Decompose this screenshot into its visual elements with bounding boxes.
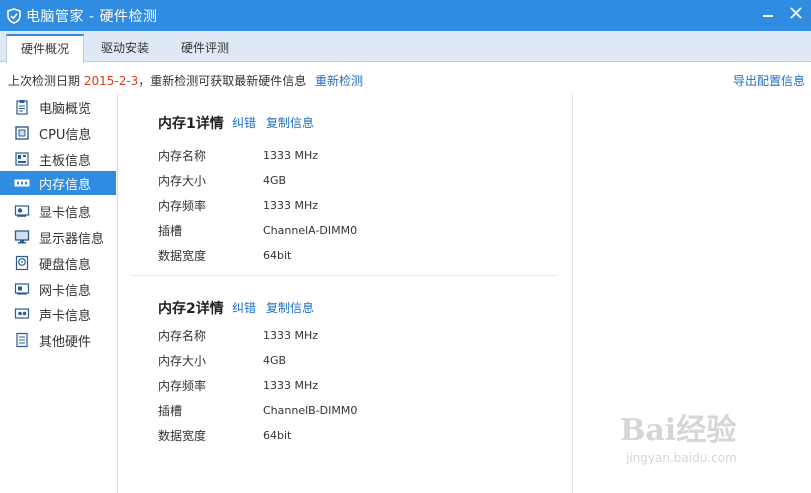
memory-icon	[14, 179, 30, 187]
memory1-size-value: 4GB	[263, 174, 287, 187]
sidebar-item-label: 主板信息	[39, 153, 92, 169]
sidebar-item-motherboard[interactable]: 主板信息	[0, 147, 116, 171]
memory2-width-key: 数据宽度	[158, 429, 207, 443]
tab-hardware-overview[interactable]: 硬件概况	[6, 34, 84, 63]
sidebar-item-label: CPU信息	[39, 127, 92, 143]
sidebar-item-graphics[interactable]: 显卡信息	[0, 199, 116, 223]
memory1-width-value: 64bit	[263, 249, 292, 262]
other-hardware-icon	[16, 332, 28, 348]
memory2-slot-value: ChannelB-DIMM0	[263, 404, 358, 417]
sidebar-item-label: 硬盘信息	[39, 257, 92, 273]
sidebar-item-sound[interactable]: 声卡信息	[0, 302, 116, 326]
memory2-width-value: 64bit	[263, 429, 292, 442]
sidebar-item-cpu[interactable]: CPU信息	[0, 121, 116, 145]
memory2-freq-key: 内存频率	[158, 379, 207, 393]
watermark-url: jingyan.baidu.com	[626, 451, 737, 465]
export-config-link[interactable]: 导出配置信息	[733, 72, 805, 89]
shield-logo-icon	[7, 7, 21, 24]
memory1-freq-key: 内存频率	[158, 199, 207, 213]
last-check-prefix: 上次检测日期	[8, 74, 84, 88]
memory1-slot-key: 插槽	[158, 224, 183, 238]
network-card-icon	[14, 283, 30, 295]
graphics-card-icon	[14, 205, 30, 217]
tab-driver-install[interactable]: 驱动安装	[92, 35, 158, 61]
memory2-correct-link[interactable]: 纠错	[232, 299, 256, 316]
sidebar-item-monitor[interactable]: 显示器信息	[0, 225, 116, 249]
memory1-slot-value: ChannelA-DIMM0	[263, 224, 358, 237]
watermark: Bai经验 jingyan.baidu.com	[620, 405, 737, 465]
motherboard-icon	[15, 152, 29, 166]
title-bar: 电脑管家 - 硬件检测	[0, 0, 811, 31]
sidebar-item-label: 网卡信息	[39, 283, 92, 299]
last-check-text: 上次检测日期 2015-2-3，重新检测可获取最新硬件信息	[8, 72, 306, 89]
cpu-icon	[15, 126, 29, 140]
memory1-size-key: 内存大小	[158, 174, 207, 188]
recheck-link[interactable]: 重新检测	[315, 72, 363, 89]
memory1-name-key: 内存名称	[158, 149, 207, 163]
last-check-suffix: ，重新检测可获取最新硬件信息	[138, 74, 307, 88]
close-icon[interactable]	[789, 6, 803, 20]
memory2-size-value: 4GB	[263, 354, 287, 367]
memory1-width-key: 数据宽度	[158, 249, 207, 263]
right-panel-divider	[572, 94, 573, 493]
section-divider	[131, 275, 557, 276]
sidebar-item-network[interactable]: 网卡信息	[0, 277, 116, 301]
sidebar: 电脑概览 CPU信息 主板信息 内存信息 显卡信息 显示器信息 硬盘信息 网卡信…	[0, 94, 118, 493]
memory1-correct-link[interactable]: 纠错	[232, 114, 256, 131]
watermark-logo-text: Bai经验	[620, 413, 737, 448]
minimize-icon[interactable]	[761, 6, 775, 20]
memory1-name-value: 1333 MHz	[263, 149, 319, 162]
sidebar-item-harddisk[interactable]: 硬盘信息	[0, 251, 116, 275]
memory2-size-key: 内存大小	[158, 354, 207, 368]
tab-bar: 硬件概况 驱动安装 硬件评测	[0, 31, 811, 63]
sidebar-item-memory[interactable]: 内存信息	[0, 171, 116, 195]
sidebar-item-other[interactable]: 其他硬件	[0, 328, 116, 352]
last-check-date: 2015-2-3	[83, 74, 139, 88]
sidebar-item-label: 其他硬件	[39, 334, 92, 350]
tab-hardware-benchmark[interactable]: 硬件评测	[172, 35, 238, 61]
memory2-title: 内存2详情	[158, 301, 224, 317]
memory2-slot-key: 插槽	[158, 404, 183, 418]
sidebar-item-label: 声卡信息	[39, 308, 92, 324]
monitor-icon	[14, 230, 30, 244]
sidebar-item-overview[interactable]: 电脑概览	[0, 95, 116, 119]
clipboard-icon	[16, 100, 28, 115]
window-title: 电脑管家 - 硬件检测	[26, 8, 158, 25]
memory2-name-value: 1333 MHz	[263, 329, 319, 342]
sidebar-item-label: 显示器信息	[39, 231, 105, 247]
memory2-copy-link[interactable]: 复制信息	[266, 299, 314, 316]
hard-disk-icon	[15, 255, 29, 271]
memory1-title: 内存1详情	[158, 116, 224, 132]
memory1-freq-value: 1333 MHz	[263, 199, 319, 212]
memory1-copy-link[interactable]: 复制信息	[266, 114, 314, 131]
sidebar-item-label: 内存信息	[39, 177, 92, 193]
sidebar-item-label: 显卡信息	[39, 205, 92, 221]
sound-card-icon	[14, 308, 30, 319]
memory2-freq-value: 1333 MHz	[263, 379, 319, 392]
memory2-name-key: 内存名称	[158, 329, 207, 343]
info-bar: 上次检测日期 2015-2-3，重新检测可获取最新硬件信息 重新检测 导出配置信…	[0, 62, 811, 94]
sidebar-item-label: 电脑概览	[39, 101, 92, 117]
